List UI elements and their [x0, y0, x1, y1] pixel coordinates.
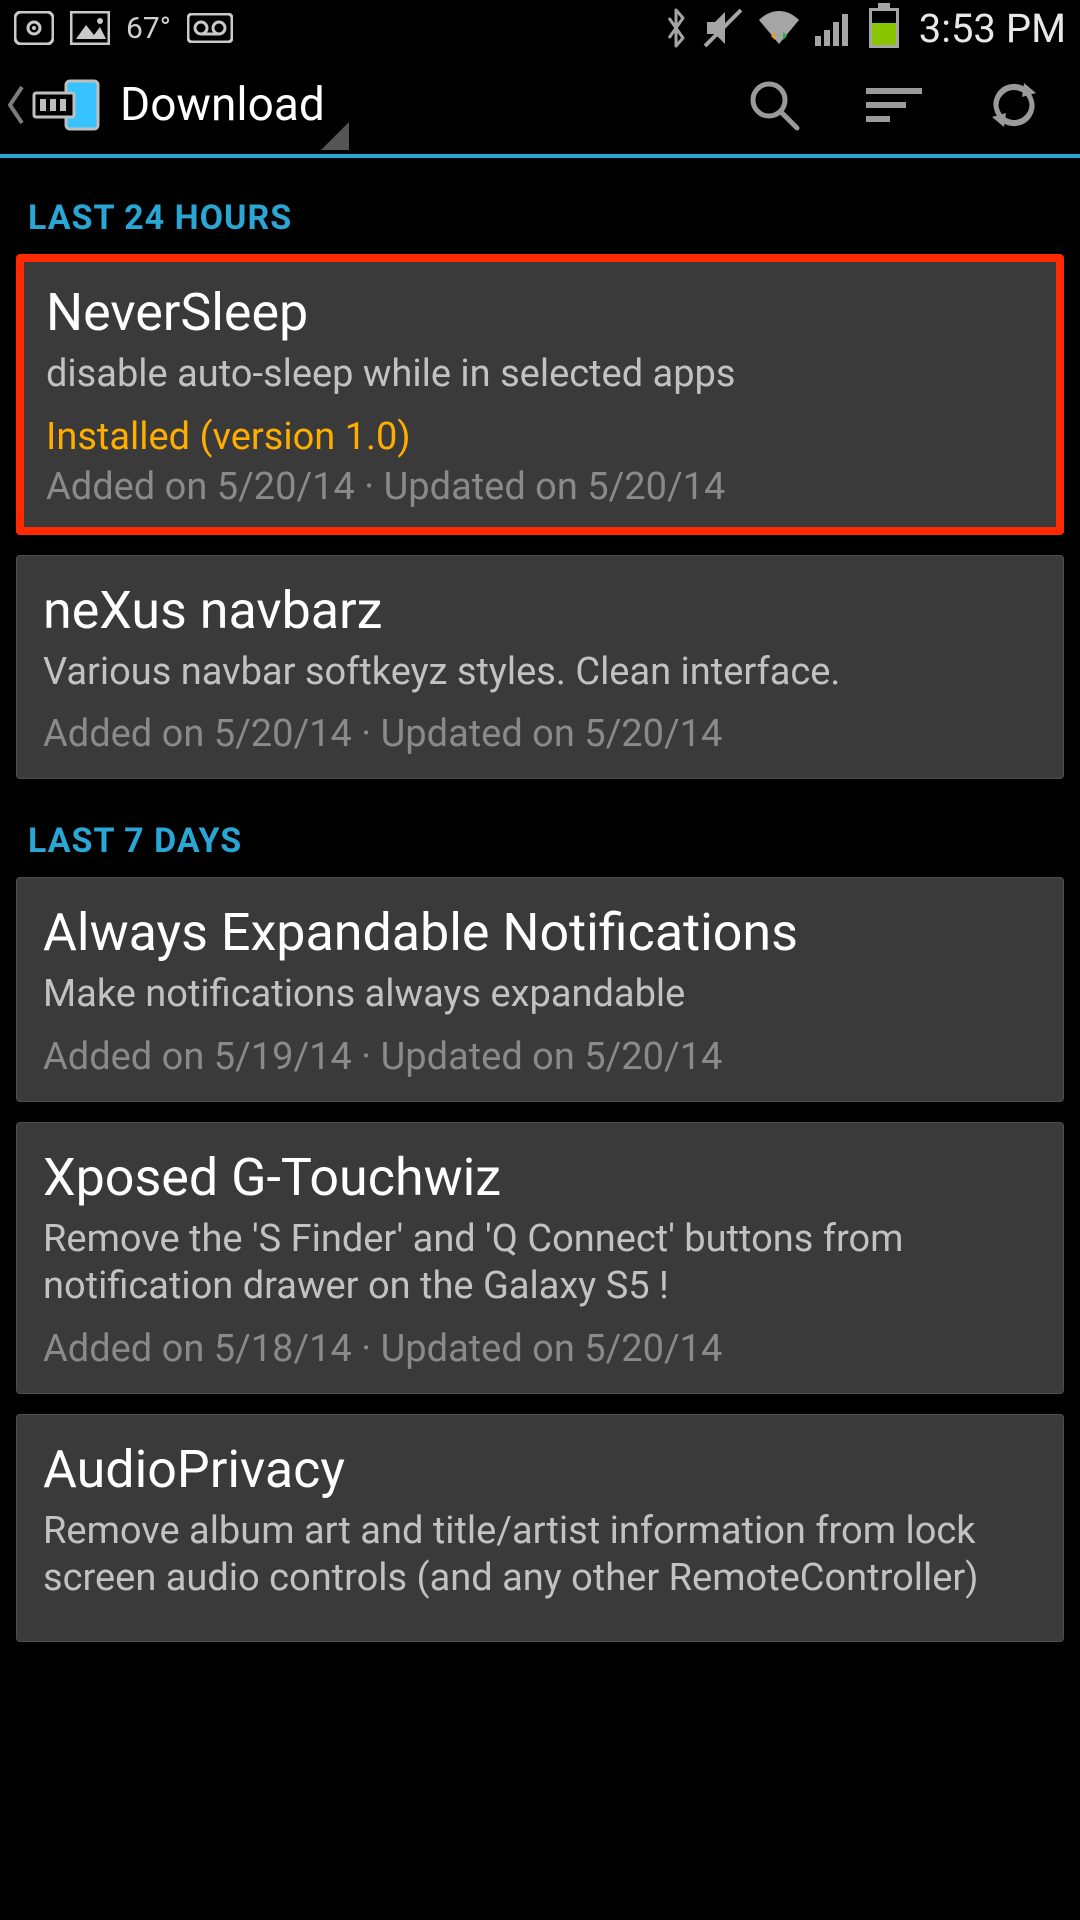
dropdown-indicator-icon [321, 122, 349, 150]
wifi-icon [757, 10, 801, 46]
image-icon [70, 11, 110, 45]
status-clock: 3:53 PM [919, 5, 1066, 52]
module-card[interactable]: NeverSleep disable auto-sleep while in se… [16, 254, 1064, 535]
module-description: Make notifications always expandable [43, 971, 1037, 1019]
screencast-icon [14, 11, 54, 45]
module-description: disable auto-sleep while in selected app… [46, 351, 1034, 399]
xposed-app-icon [32, 75, 102, 135]
refresh-button[interactable] [954, 55, 1074, 155]
action-buttons [714, 55, 1074, 155]
module-card[interactable]: Always Expandable Notifications Make noti… [16, 877, 1064, 1102]
status-bar: 67° 3:53 PM [0, 0, 1080, 56]
voicemail-icon [187, 13, 233, 43]
bluetooth-icon [663, 8, 689, 48]
refresh-icon [988, 79, 1040, 131]
search-icon [747, 78, 801, 132]
module-card[interactable]: Xposed G-Touchwiz Remove the 'S Finder' a… [16, 1122, 1064, 1394]
action-bar: Download [0, 56, 1080, 158]
module-title: neXus navbarz [43, 580, 1037, 641]
status-right: 3:53 PM [663, 5, 1066, 52]
module-description: Remove the 'S Finder' and 'Q Connect' bu… [43, 1216, 1037, 1311]
mute-icon [703, 8, 743, 48]
status-left: 67° [14, 11, 233, 46]
module-meta: Added on 5/20/14 · Updated on 5/20/14 [43, 712, 1037, 756]
cell-signal-icon [815, 10, 855, 46]
battery-icon [869, 8, 899, 48]
status-temperature: 67° [126, 11, 171, 46]
section-header: LAST 7 DAYS [16, 799, 1064, 877]
module-description: Remove album art and title/artist inform… [43, 1508, 1037, 1603]
page-title: Download [120, 78, 325, 132]
sort-button[interactable] [834, 55, 954, 155]
module-meta: Added on 5/19/14 · Updated on 5/20/14 [43, 1035, 1037, 1079]
module-status: Installed (version 1.0) [46, 415, 1034, 459]
back-button[interactable] [6, 75, 110, 135]
module-title: Always Expandable Notifications [43, 902, 1037, 963]
sort-icon [864, 85, 924, 125]
section-header: LAST 24 HOURS [16, 176, 1064, 254]
module-description: Various navbar softkeyz styles. Clean in… [43, 649, 1037, 697]
search-button[interactable] [714, 55, 834, 155]
module-title: AudioPrivacy [43, 1439, 1037, 1500]
title-spinner[interactable]: Download [110, 56, 345, 154]
module-meta: Added on 5/18/14 · Updated on 5/20/14 [43, 1327, 1037, 1371]
module-list[interactable]: LAST 24 HOURS NeverSleep disable auto-slee… [0, 158, 1080, 1642]
module-title: Xposed G-Touchwiz [43, 1147, 1037, 1208]
module-meta: Added on 5/20/14 · Updated on 5/20/14 [46, 465, 1034, 509]
module-card[interactable]: AudioPrivacy Remove album art and title/a… [16, 1414, 1064, 1642]
chevron-left-icon [8, 85, 24, 125]
module-title: NeverSleep [46, 282, 1034, 343]
module-card[interactable]: neXus navbarz Various navbar softkeyz sty… [16, 555, 1064, 780]
